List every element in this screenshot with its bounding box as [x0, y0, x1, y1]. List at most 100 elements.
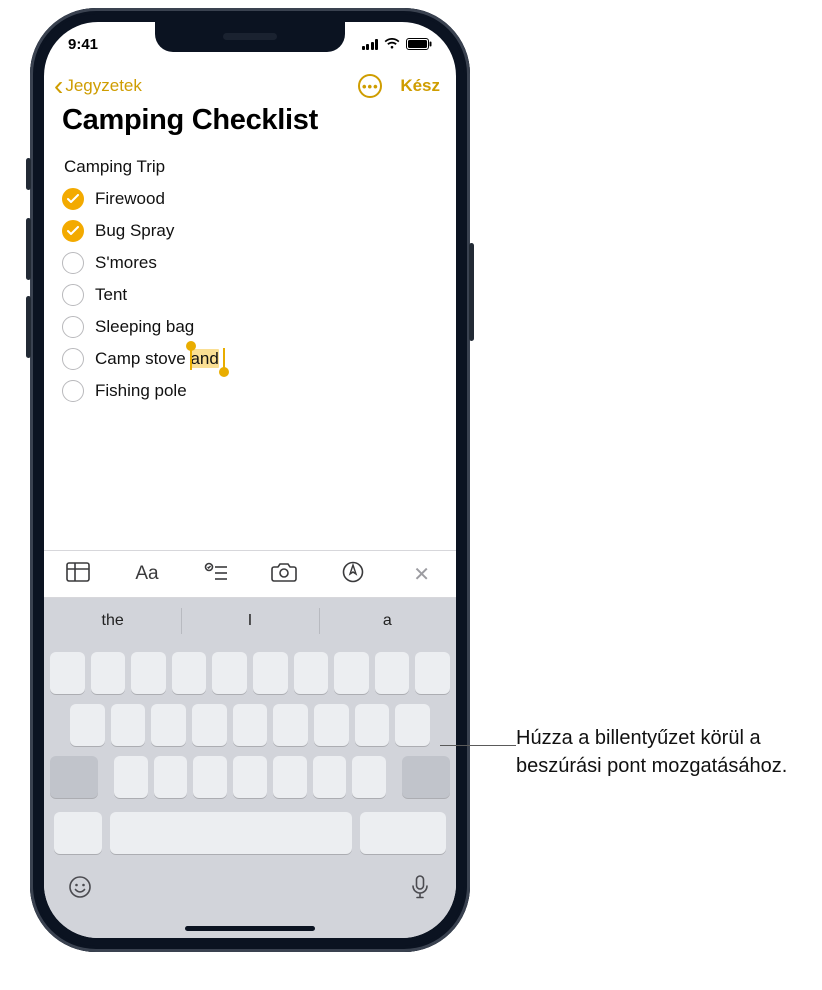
volume-up-button [26, 218, 31, 280]
checkbox[interactable] [62, 188, 84, 210]
cellular-icon [362, 39, 379, 50]
microphone-icon [411, 875, 429, 899]
smiley-icon [68, 875, 92, 899]
emoji-button[interactable] [58, 866, 102, 908]
checklist-icon [204, 562, 228, 582]
checkbox[interactable] [62, 316, 84, 338]
blank-key[interactable] [375, 652, 410, 694]
predictive-bar: the I a [44, 598, 456, 644]
predictive-suggestion[interactable]: the [44, 598, 181, 644]
note-toolbar: Aa ✕ [44, 550, 456, 598]
blank-key[interactable] [151, 704, 186, 746]
blank-key[interactable] [314, 704, 349, 746]
ellipsis-icon: ••• [362, 79, 379, 94]
note-title[interactable]: Camping Checklist [44, 102, 456, 145]
text-selection[interactable]: and [190, 349, 218, 368]
list-item[interactable]: Firewood [62, 183, 438, 215]
notch [155, 22, 345, 52]
blank-key[interactable] [273, 704, 308, 746]
nav-bar: ‹ Jegyzetek ••• Kész [44, 66, 456, 102]
silence-switch [26, 158, 31, 190]
dictation-button[interactable] [398, 866, 442, 908]
blank-key[interactable] [50, 652, 85, 694]
done-button[interactable]: Kész [400, 76, 440, 96]
list-item[interactable]: Bug Spray [62, 215, 438, 247]
item-label[interactable]: Camp stove and [95, 349, 219, 369]
selection-bar-start [190, 348, 192, 370]
blank-key[interactable] [313, 756, 347, 798]
phone-frame: 9:41 ‹ [30, 8, 470, 952]
blank-key[interactable] [70, 704, 105, 746]
camera-button[interactable] [265, 562, 303, 587]
chevron-left-icon: ‹ [54, 72, 63, 100]
item-label[interactable]: Bug Spray [95, 221, 174, 241]
home-indicator[interactable] [185, 926, 315, 931]
more-button[interactable]: ••• [358, 74, 382, 98]
blank-key[interactable] [273, 756, 307, 798]
callout-leader-line [440, 745, 516, 746]
list-item[interactable]: Camp stove and [62, 343, 438, 375]
blank-key[interactable] [193, 756, 227, 798]
blank-key[interactable] [131, 652, 166, 694]
blank-key[interactable] [355, 704, 390, 746]
checklist[interactable]: Firewood Bug Spray S'mores [44, 183, 456, 407]
item-label[interactable]: Fishing pole [95, 381, 187, 401]
blank-key[interactable] [294, 652, 329, 694]
markup-icon [342, 561, 364, 583]
callout-text: Húzza a billentyűzet körül a beszúrási p… [516, 724, 816, 780]
format-button[interactable]: Aa [128, 563, 166, 585]
blank-key[interactable] [91, 652, 126, 694]
checklist-button[interactable] [197, 562, 235, 587]
list-item[interactable]: Tent [62, 279, 438, 311]
blank-key[interactable] [212, 652, 247, 694]
checkbox[interactable] [62, 380, 84, 402]
blank-key[interactable] [233, 704, 268, 746]
blank-key[interactable] [111, 704, 146, 746]
space-key[interactable] [110, 812, 352, 854]
item-label-prefix: Camp stove [95, 349, 190, 368]
checkbox[interactable] [62, 252, 84, 274]
close-icon: ✕ [413, 564, 430, 586]
blank-key[interactable] [154, 756, 188, 798]
wifi-icon [384, 38, 400, 50]
return-key[interactable] [360, 812, 446, 854]
blank-key[interactable] [233, 756, 267, 798]
blank-key[interactable] [395, 704, 430, 746]
list-item[interactable]: Fishing pole [62, 375, 438, 407]
back-button[interactable]: ‹ Jegyzetek [54, 72, 142, 100]
blank-key[interactable] [192, 704, 227, 746]
item-label[interactable]: S'mores [95, 253, 157, 273]
predictive-suggestion[interactable]: I [181, 598, 318, 644]
item-label[interactable]: Firewood [95, 189, 165, 209]
screen: 9:41 ‹ [44, 22, 456, 938]
selection-bar-end [223, 348, 225, 370]
checkbox[interactable] [62, 284, 84, 306]
note-section[interactable]: Camping Trip [44, 145, 456, 183]
blank-key[interactable] [415, 652, 450, 694]
list-item[interactable]: S'mores [62, 247, 438, 279]
delete-key[interactable] [402, 756, 450, 798]
shift-key[interactable] [50, 756, 98, 798]
camera-icon [271, 562, 297, 582]
table-icon [66, 562, 90, 582]
blank-key[interactable] [253, 652, 288, 694]
item-label[interactable]: Sleeping bag [95, 317, 194, 337]
battery-icon [406, 38, 432, 50]
power-button [469, 243, 474, 341]
table-button[interactable] [59, 562, 97, 587]
numbers-key[interactable] [54, 812, 102, 854]
blank-key[interactable] [334, 652, 369, 694]
status-time: 9:41 [68, 36, 98, 53]
keyboard-trackpad[interactable] [44, 644, 456, 938]
checkbox[interactable] [62, 220, 84, 242]
item-label[interactable]: Tent [95, 285, 127, 305]
close-toolbar-button[interactable]: ✕ [403, 562, 441, 587]
markup-button[interactable] [334, 561, 372, 588]
checkbox[interactable] [62, 348, 84, 370]
blank-key[interactable] [352, 756, 386, 798]
format-aa-icon: Aa [135, 563, 158, 584]
blank-key[interactable] [172, 652, 207, 694]
blank-key[interactable] [114, 756, 148, 798]
list-item[interactable]: Sleeping bag [62, 311, 438, 343]
predictive-suggestion[interactable]: a [319, 598, 456, 644]
